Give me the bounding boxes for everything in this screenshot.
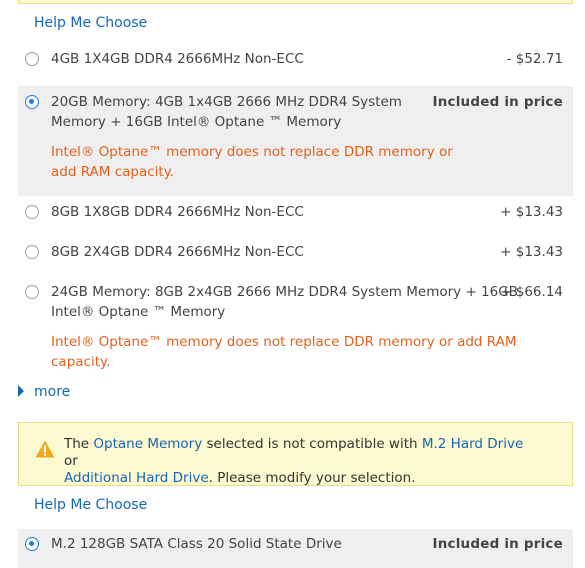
option-label: M.2 128GB SATA Class 20 Solid State Driv… bbox=[51, 536, 342, 552]
more-options-toggle[interactable]: more bbox=[18, 382, 70, 402]
storage-help-me-choose-link[interactable]: Help Me Choose bbox=[34, 497, 147, 513]
radio-button[interactable] bbox=[25, 52, 39, 66]
radio-button[interactable] bbox=[25, 285, 39, 299]
option-note-line2: add RAM capacity. bbox=[51, 164, 175, 180]
option-label-line1: 24GB Memory: 8GB 2x4GB 2666 MHz DDR4 Sys… bbox=[51, 284, 518, 300]
warning-middle: selected is not compatible with bbox=[202, 436, 422, 452]
radio-button[interactable] bbox=[25, 205, 39, 219]
option-label: 8GB 1X8GB DDR4 2666MHz Non-ECC bbox=[51, 204, 304, 220]
memory-option-20gb-optane[interactable]: 20GB Memory: 4GB 1x4GB 2666 MHz DDR4 Sys… bbox=[18, 86, 573, 196]
radio-button-selected[interactable] bbox=[25, 537, 39, 551]
option-label: 8GB 2X4GB DDR4 2666MHz Non-ECC bbox=[51, 244, 304, 260]
option-label-line1: 20GB Memory: 4GB 1x4GB 2666 MHz DDR4 Sys… bbox=[51, 94, 402, 110]
option-label-line2: Intel® Optane ™ Memory bbox=[51, 304, 226, 320]
option-note-line1: Intel® Optane™ memory does not replace D… bbox=[51, 334, 517, 350]
option-price: Included in price bbox=[432, 536, 563, 552]
option-price: Included in price bbox=[432, 94, 563, 110]
option-label-line2: Memory + 16GB Intel® Optane ™ Memory bbox=[51, 114, 342, 130]
warning-message: The Optane Memory selected is not compat… bbox=[64, 436, 534, 487]
previous-warning-box-edge bbox=[18, 0, 573, 4]
storage-option-m2-128gb[interactable]: M.2 128GB SATA Class 20 Solid State Driv… bbox=[18, 529, 573, 568]
option-label: 4GB 1X4GB DDR4 2666MHz Non-ECC bbox=[51, 51, 304, 67]
warning-suffix: . Please modify your selection. bbox=[208, 470, 416, 486]
compatibility-warning: The Optane Memory selected is not compat… bbox=[18, 422, 573, 486]
warning-triangle-icon bbox=[35, 440, 55, 458]
warning-prefix: The bbox=[64, 436, 94, 452]
m2-hard-drive-link[interactable]: M.2 Hard Drive bbox=[422, 436, 523, 452]
option-note-line1: Intel® Optane™ memory does not replace D… bbox=[51, 144, 453, 160]
memory-option-4gb[interactable]: 4GB 1X4GB DDR4 2666MHz Non-ECC - $52.71 bbox=[18, 44, 573, 84]
memory-option-8gb-2x4[interactable]: 8GB 2X4GB DDR4 2666MHz Non-ECC + $13.43 bbox=[18, 238, 573, 276]
option-price: + $13.43 bbox=[500, 244, 563, 260]
caret-right-icon bbox=[18, 385, 24, 397]
radio-button[interactable] bbox=[25, 245, 39, 259]
memory-option-24gb-optane[interactable]: 24GB Memory: 8GB 2x4GB 2666 MHz DDR4 Sys… bbox=[18, 278, 573, 374]
help-me-choose-link[interactable]: Help Me Choose bbox=[34, 15, 147, 31]
option-price: + $66.14 bbox=[500, 284, 563, 300]
option-price: + $13.43 bbox=[500, 204, 563, 220]
option-note-line2: capacity. bbox=[51, 354, 111, 370]
warning-or: or bbox=[64, 453, 78, 469]
optane-memory-link[interactable]: Optane Memory bbox=[93, 436, 202, 452]
memory-option-8gb-1x8[interactable]: 8GB 1X8GB DDR4 2666MHz Non-ECC + $13.43 bbox=[18, 198, 573, 236]
radio-button-selected[interactable] bbox=[25, 95, 39, 109]
more-label: more bbox=[34, 384, 71, 400]
additional-hard-drive-link[interactable]: Additional Hard Drive bbox=[64, 470, 209, 486]
option-price: - $52.71 bbox=[506, 51, 563, 67]
